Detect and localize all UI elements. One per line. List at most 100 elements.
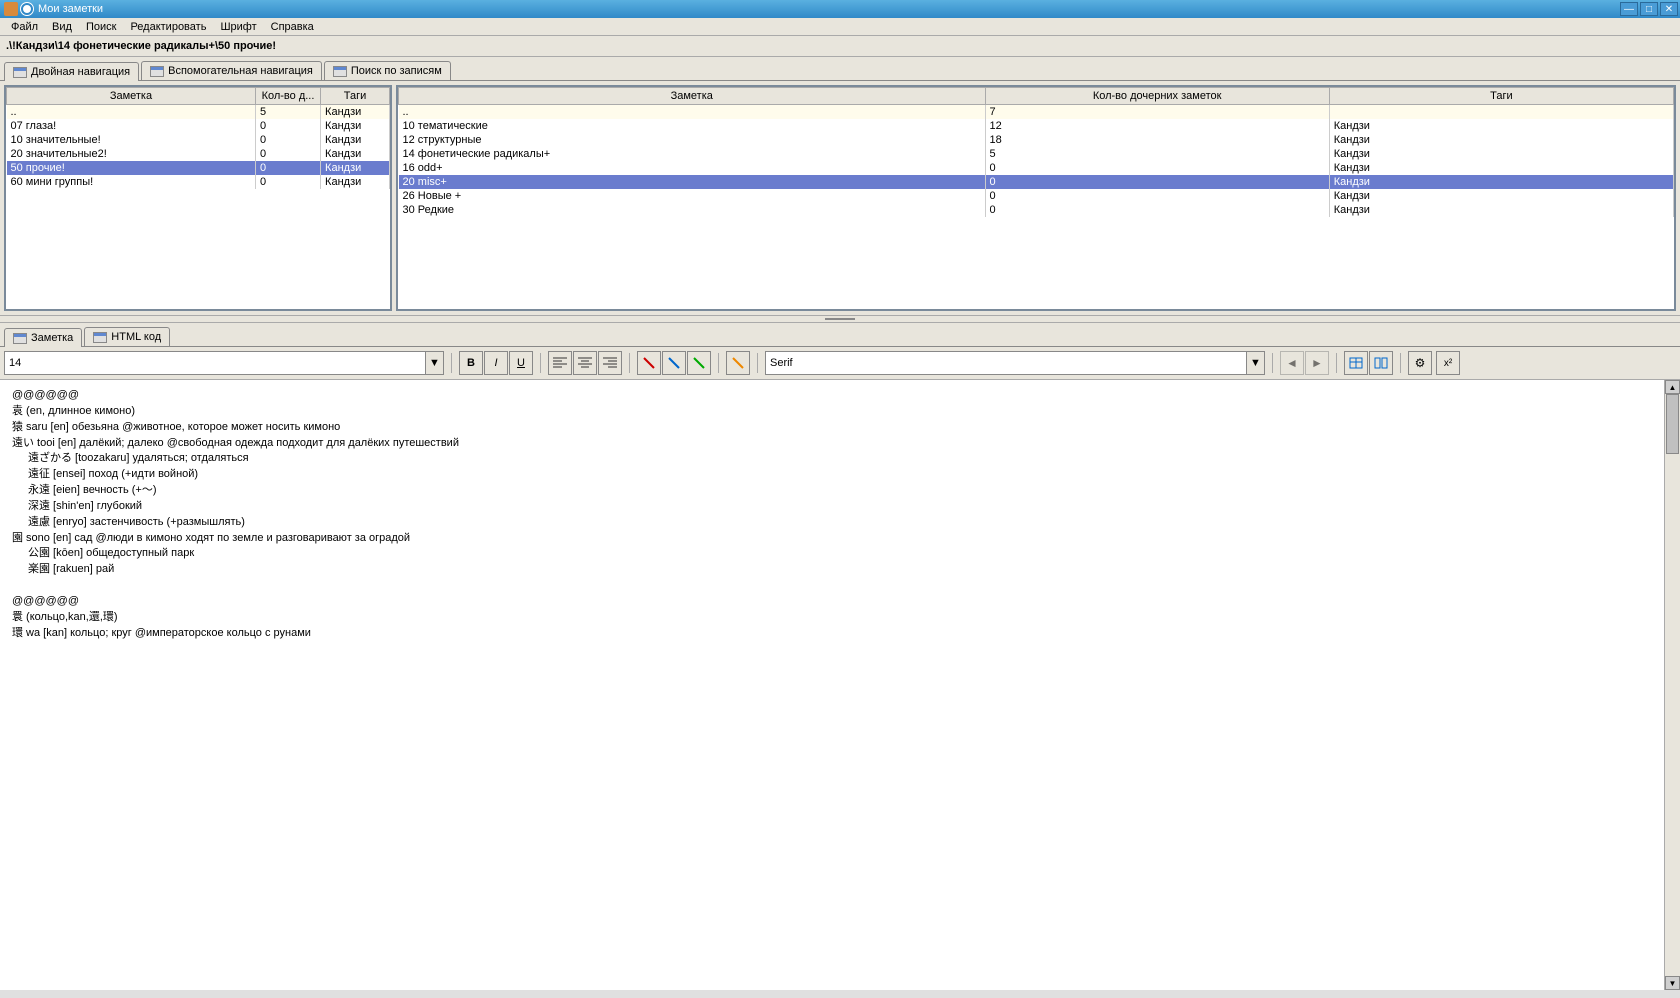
menu-font[interactable]: Шрифт	[213, 19, 263, 35]
content-line: 遠ざかる [toozakaru] удаляться; отдаляться	[12, 451, 1668, 466]
col-tags[interactable]: Таги	[321, 88, 390, 105]
color-green-button[interactable]	[687, 351, 711, 375]
app-icon	[20, 2, 34, 16]
table-row[interactable]: 26 Новые +0Кандзи	[399, 189, 1674, 203]
gear-button[interactable]: ⚙	[1408, 351, 1432, 375]
tab-dual-nav[interactable]: Двойная навигация	[4, 62, 139, 81]
nav-forward-button[interactable]: ►	[1305, 351, 1329, 375]
menu-view[interactable]: Вид	[45, 19, 79, 35]
superscript-button[interactable]: x²	[1436, 351, 1460, 375]
tab-icon	[333, 66, 347, 77]
table-row[interactable]: 20 значительные2!0Кандзи	[7, 147, 390, 161]
tab-icon	[13, 67, 27, 78]
table-row[interactable]: ..7	[399, 105, 1674, 120]
scroll-thumb[interactable]	[1666, 394, 1679, 454]
chevron-down-icon[interactable]: ▼	[1246, 352, 1264, 374]
vertical-scrollbar[interactable]: ▲ ▼	[1664, 380, 1680, 990]
table-row[interactable]: 12 структурные18Кандзи	[399, 133, 1674, 147]
horizontal-splitter[interactable]	[0, 315, 1680, 323]
content-line	[12, 578, 1668, 593]
tab-icon	[13, 333, 27, 344]
table-row[interactable]: 16 odd+0Кандзи	[399, 161, 1674, 175]
content-line: 遠い tooi [en] далёкий; далеко @свободная …	[12, 436, 1668, 451]
content-line: 深遠 [shin'en] глубокий	[12, 499, 1668, 514]
right-table[interactable]: Заметка Кол-во дочерних заметок Таги ..7…	[398, 87, 1674, 217]
underline-button[interactable]: U	[509, 351, 533, 375]
table-row[interactable]: ..5Кандзи	[7, 105, 390, 120]
table-row[interactable]: 07 глаза!0Кандзи	[7, 119, 390, 133]
separator	[451, 353, 452, 373]
color-orange-button[interactable]	[726, 351, 750, 375]
content-line: 袁 (en, длинное кимоно)	[12, 404, 1668, 419]
menu-edit[interactable]: Редактировать	[123, 19, 213, 35]
color-blue-button[interactable]	[662, 351, 686, 375]
content-line: 環 wa [kan] кольцо; круг @императорское к…	[12, 626, 1668, 641]
nav-back-button[interactable]: ◄	[1280, 351, 1304, 375]
menu-search[interactable]: Поиск	[79, 19, 123, 35]
editor-tabs: Заметка HTML код	[0, 323, 1680, 347]
font-size-combo[interactable]: 14 ▼	[4, 351, 444, 375]
minimize-button[interactable]: —	[1620, 2, 1638, 16]
table-row[interactable]: 20 misc+0Кандзи	[399, 175, 1674, 189]
editor-content[interactable]: @@@@@@袁 (en, длинное кимоно)猿 saru [en] …	[0, 380, 1680, 990]
separator	[718, 353, 719, 373]
right-table-wrap: Заметка Кол-во дочерних заметок Таги ..7…	[396, 85, 1676, 311]
scroll-down-button[interactable]: ▼	[1665, 976, 1680, 990]
align-left-button[interactable]	[548, 351, 572, 375]
content-line: 公園 [kōen] общедоступный парк	[12, 546, 1668, 561]
separator	[1272, 353, 1273, 373]
content-line: 猿 saru [en] обезьяна @животное, которое …	[12, 420, 1668, 435]
menu-file[interactable]: Файл	[4, 19, 45, 35]
table-row[interactable]: 50 прочие!0Кандзи	[7, 161, 390, 175]
content-line: 遠征 [ensei] поход (+идти войной)	[12, 467, 1668, 482]
left-table[interactable]: Заметка Кол-во д... Таги ..5Кандзи07 гла…	[6, 87, 390, 189]
table-row[interactable]: 10 тематические12Кандзи	[399, 119, 1674, 133]
content-line: 永遠 [eien] вечность (+～)	[12, 483, 1668, 498]
nav-tabs: Двойная навигация Вспомогательная навига…	[0, 57, 1680, 81]
separator	[1336, 353, 1337, 373]
tab-html-code[interactable]: HTML код	[84, 327, 170, 346]
content-line: 楽園 [rakuen] рай	[12, 562, 1668, 577]
separator	[540, 353, 541, 373]
col-note[interactable]: Заметка	[7, 88, 256, 105]
col-tags[interactable]: Таги	[1329, 88, 1673, 105]
breadcrumb: .\!Кандзи\14 фонетические радикалы+\50 п…	[0, 36, 1680, 57]
java-icon	[4, 2, 18, 16]
font-name-combo[interactable]: Serif ▼	[765, 351, 1265, 375]
table-row[interactable]: 14 фонетические радикалы+5Кандзи	[399, 147, 1674, 161]
col-children[interactable]: Кол-во дочерних заметок	[985, 88, 1329, 105]
table-row[interactable]: 10 значительные!0Кандзи	[7, 133, 390, 147]
tab-aux-nav[interactable]: Вспомогательная навигация	[141, 61, 322, 80]
tables-container: Заметка Кол-во д... Таги ..5Кандзи07 гла…	[0, 81, 1680, 315]
window-controls: — □ ✕	[1620, 2, 1680, 16]
tab-search-records[interactable]: Поиск по записям	[324, 61, 451, 80]
content-line: @@@@@@	[12, 594, 1668, 609]
italic-button[interactable]: I	[484, 351, 508, 375]
separator	[629, 353, 630, 373]
close-button[interactable]: ✕	[1660, 2, 1678, 16]
table-row[interactable]: 60 мини группы!0Кандзи	[7, 175, 390, 189]
align-center-button[interactable]	[573, 351, 597, 375]
color-red-button[interactable]	[637, 351, 661, 375]
table-button[interactable]	[1344, 351, 1368, 375]
separator	[1400, 353, 1401, 373]
table-row[interactable]: 30 Редкие0Кандзи	[399, 203, 1674, 217]
content-line: 園 sono [en] сад @люди в кимоно ходят по …	[12, 531, 1668, 546]
tab-icon	[150, 66, 164, 77]
content-line: @@@@@@	[12, 388, 1668, 403]
col-note[interactable]: Заметка	[399, 88, 986, 105]
chevron-down-icon[interactable]: ▼	[425, 352, 443, 374]
content-line: 睘 (кольцо,kan,還,環)	[12, 610, 1668, 625]
separator	[757, 353, 758, 373]
maximize-button[interactable]: □	[1640, 2, 1658, 16]
col-children[interactable]: Кол-во д...	[255, 88, 320, 105]
editor-toolbar: 14 ▼ B I U Serif ▼ ◄ ► ⚙ x²	[0, 347, 1680, 380]
align-right-button[interactable]	[598, 351, 622, 375]
split-button[interactable]	[1369, 351, 1393, 375]
menu-bar: Файл Вид Поиск Редактировать Шрифт Справ…	[0, 18, 1680, 36]
left-table-wrap: Заметка Кол-во д... Таги ..5Кандзи07 гла…	[4, 85, 392, 311]
menu-help[interactable]: Справка	[264, 19, 321, 35]
tab-note[interactable]: Заметка	[4, 328, 82, 347]
scroll-up-button[interactable]: ▲	[1665, 380, 1680, 394]
bold-button[interactable]: B	[459, 351, 483, 375]
